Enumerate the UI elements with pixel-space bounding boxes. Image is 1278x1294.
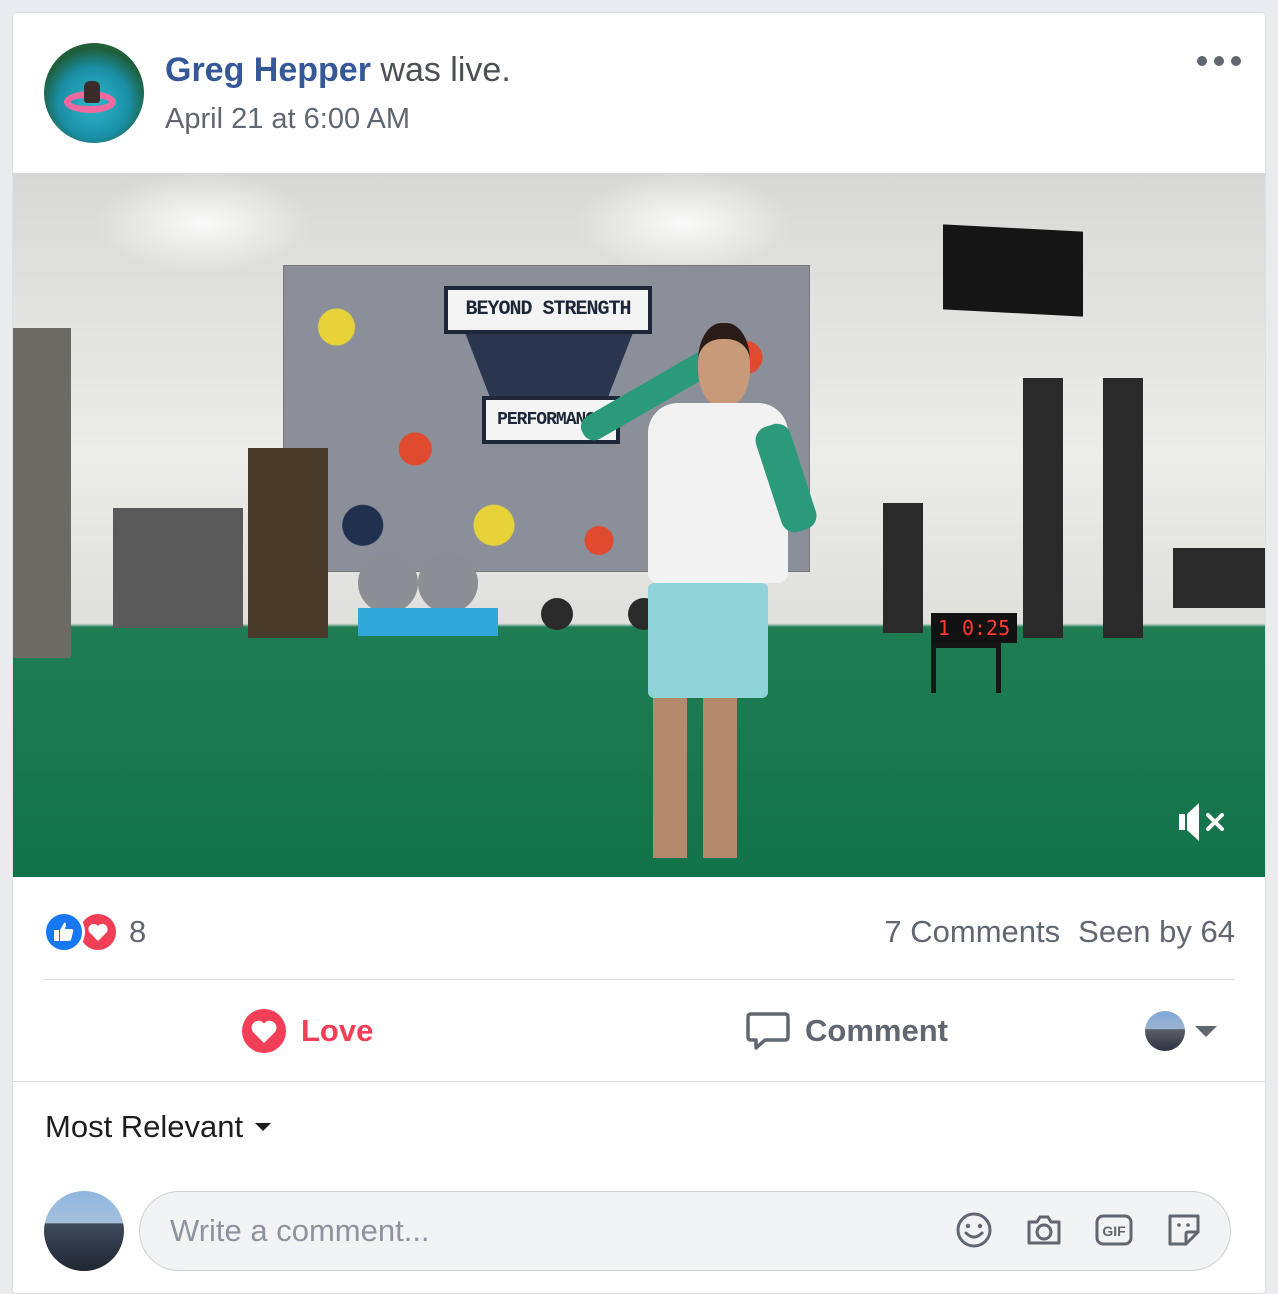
- mute-icon: [1179, 803, 1224, 841]
- audience-selector[interactable]: [1145, 1011, 1217, 1051]
- comment-label: Comment: [805, 1013, 948, 1048]
- commenter-avatar[interactable]: [44, 1191, 124, 1271]
- person-leg: [703, 698, 737, 858]
- person-shorts: [648, 583, 768, 698]
- divider: [13, 1081, 1265, 1082]
- reaction-summary[interactable]: 8: [43, 909, 146, 955]
- sort-label: Most Relevant: [45, 1109, 244, 1144]
- post-stats: 7 Comments Seen by 64: [884, 909, 1235, 955]
- avatar-person: [84, 81, 100, 103]
- air-bike: [883, 503, 923, 633]
- blue-mat: [358, 608, 498, 636]
- reaction-count: 8: [129, 914, 147, 949]
- camera-icon[interactable]: [1024, 1210, 1064, 1250]
- live-video-player[interactable]: BEYOND STRENGTH PERFORMANCE 1 0:25: [13, 173, 1265, 877]
- caret-down-icon: [255, 1123, 272, 1131]
- exercise-ball: [358, 553, 418, 613]
- author-avatar[interactable]: [44, 43, 144, 143]
- ceiling-light: [93, 173, 313, 273]
- medicine-ball: [541, 598, 573, 630]
- dumbbell-rack: [1173, 548, 1265, 608]
- exercise-ball: [418, 553, 478, 613]
- love-button[interactable]: Love: [241, 1003, 373, 1059]
- love-label: Love: [301, 1013, 374, 1048]
- gym-timer: 1 0:25: [931, 613, 1017, 643]
- composer-icons: GIF: [954, 1210, 1204, 1250]
- comments-count-link[interactable]: 7 Comments: [884, 909, 1060, 955]
- divider: [43, 979, 1235, 980]
- post-action-text: was live.: [370, 51, 511, 89]
- shelf: [113, 508, 243, 628]
- comment-sort-dropdown[interactable]: Most Relevant: [45, 1109, 272, 1145]
- timer-stand: [931, 643, 1001, 693]
- viewer-avatar: [1145, 1011, 1185, 1051]
- more-icon: [1197, 56, 1207, 66]
- more-options-button[interactable]: [1197, 51, 1241, 71]
- more-icon-dot: [1214, 56, 1224, 66]
- seen-by-link[interactable]: Seen by 64: [1078, 909, 1235, 955]
- video-wall-doorway: [13, 328, 71, 658]
- ceiling-light: [573, 173, 793, 273]
- post-timestamp[interactable]: April 21 at 6:00 AM: [165, 103, 410, 136]
- like-reaction-icon: [43, 911, 85, 953]
- rower: [1103, 378, 1143, 638]
- more-icon-dot: [1231, 56, 1241, 66]
- comment-composer[interactable]: GIF: [139, 1191, 1231, 1271]
- rower: [1023, 378, 1063, 638]
- post-card: Greg Hepper was live. April 21 at 6:00 A…: [12, 12, 1266, 1294]
- comment-input[interactable]: [170, 1192, 930, 1270]
- svg-text:GIF: GIF: [1102, 1223, 1126, 1239]
- gif-icon[interactable]: GIF: [1094, 1210, 1134, 1250]
- comment-button[interactable]: Comment: [745, 1003, 948, 1059]
- sticker-icon[interactable]: [1164, 1210, 1204, 1250]
- post-header: Greg Hepper was live.: [165, 51, 511, 90]
- person-head: [698, 323, 750, 407]
- emoji-icon[interactable]: [954, 1210, 994, 1250]
- author-name-link[interactable]: Greg Hepper: [165, 51, 371, 89]
- caret-down-icon: [1195, 1025, 1217, 1037]
- comment-icon: [746, 1012, 790, 1050]
- love-icon: [242, 1009, 286, 1053]
- person-leg: [653, 698, 687, 858]
- equipment-rack: [248, 448, 328, 638]
- mural-logo-top: BEYOND STRENGTH: [444, 286, 652, 334]
- wall-tv: [943, 224, 1083, 317]
- mute-toggle-button[interactable]: [1175, 797, 1235, 847]
